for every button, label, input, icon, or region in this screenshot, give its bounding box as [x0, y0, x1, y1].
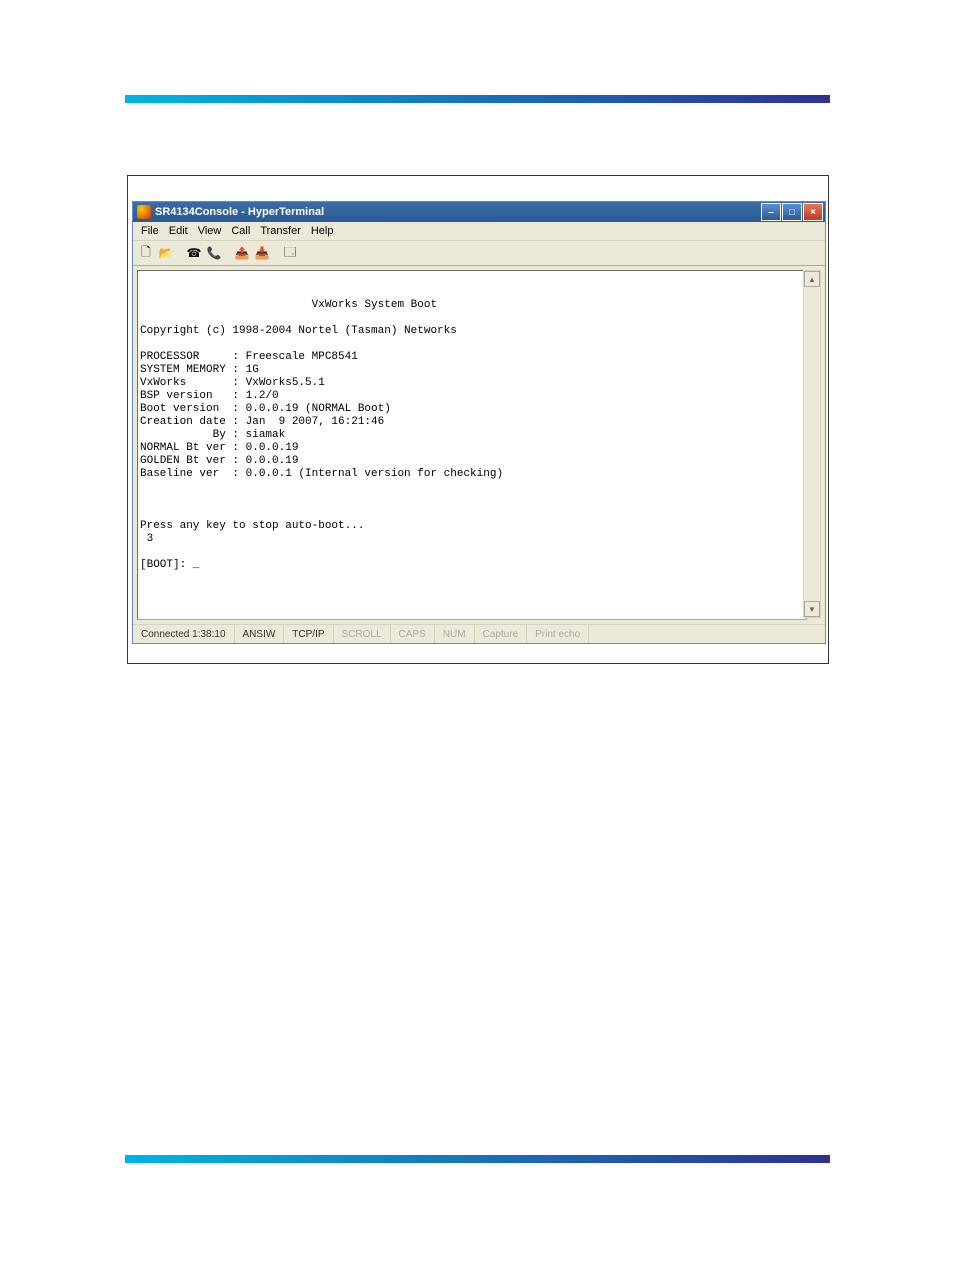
status-scroll: SCROLL [334, 625, 391, 643]
menu-transfer[interactable]: Transfer [256, 225, 305, 237]
menu-help[interactable]: Help [307, 225, 338, 237]
statusbar: Connected 1:38:10 ANSIW TCP/IP SCROLL CA… [133, 624, 825, 643]
menu-edit[interactable]: Edit [165, 225, 192, 237]
screenshot-frame: SR4134Console - HyperTerminal – □ × File… [127, 175, 829, 664]
scroll-down-icon[interactable]: ▼ [804, 601, 820, 617]
menubar: File Edit View Call Transfer Help [133, 222, 825, 241]
terminal-container: VxWorks System Boot Copyright (c) 1998-2… [133, 266, 825, 624]
properties-icon[interactable]: 🗔 [281, 244, 299, 262]
connect-icon[interactable]: ☎ [185, 244, 203, 262]
open-icon[interactable]: 📂 [157, 244, 175, 262]
top-gradient-bar [125, 95, 830, 103]
hyperterminal-window: SR4134Console - HyperTerminal – □ × File… [132, 201, 826, 644]
titlebar[interactable]: SR4134Console - HyperTerminal – □ × [133, 202, 825, 222]
status-capture: Capture [475, 625, 528, 643]
status-connected: Connected 1:38:10 [133, 625, 235, 643]
menu-call[interactable]: Call [227, 225, 254, 237]
status-connection: TCP/IP [284, 625, 333, 643]
terminal-output[interactable]: VxWorks System Boot Copyright (c) 1998-2… [137, 270, 807, 620]
status-terminal-type: ANSIW [235, 625, 285, 643]
vertical-scrollbar[interactable]: ▲ ▼ [803, 270, 821, 618]
disconnect-icon[interactable]: 📞 [205, 244, 223, 262]
send-icon[interactable]: 📤 [233, 244, 251, 262]
new-doc-icon[interactable]: 🗋 [137, 244, 155, 262]
close-button[interactable]: × [803, 203, 823, 221]
status-caps: CAPS [391, 625, 435, 643]
minimize-button[interactable]: – [761, 203, 781, 221]
maximize-button[interactable]: □ [782, 203, 802, 221]
status-printecho: Print echo [527, 625, 589, 643]
window-title: SR4134Console - HyperTerminal [155, 206, 324, 218]
toolbar: 🗋 📂 ☎ 📞 📤 📥 🗔 [133, 241, 825, 266]
menu-view[interactable]: View [194, 225, 226, 237]
bottom-gradient-bar [125, 1155, 830, 1163]
scroll-up-icon[interactable]: ▲ [804, 271, 820, 287]
receive-icon[interactable]: 📥 [253, 244, 271, 262]
status-num: NUM [435, 625, 475, 643]
window-controls: – □ × [761, 203, 823, 221]
app-icon [137, 205, 151, 219]
menu-file[interactable]: File [137, 225, 163, 237]
